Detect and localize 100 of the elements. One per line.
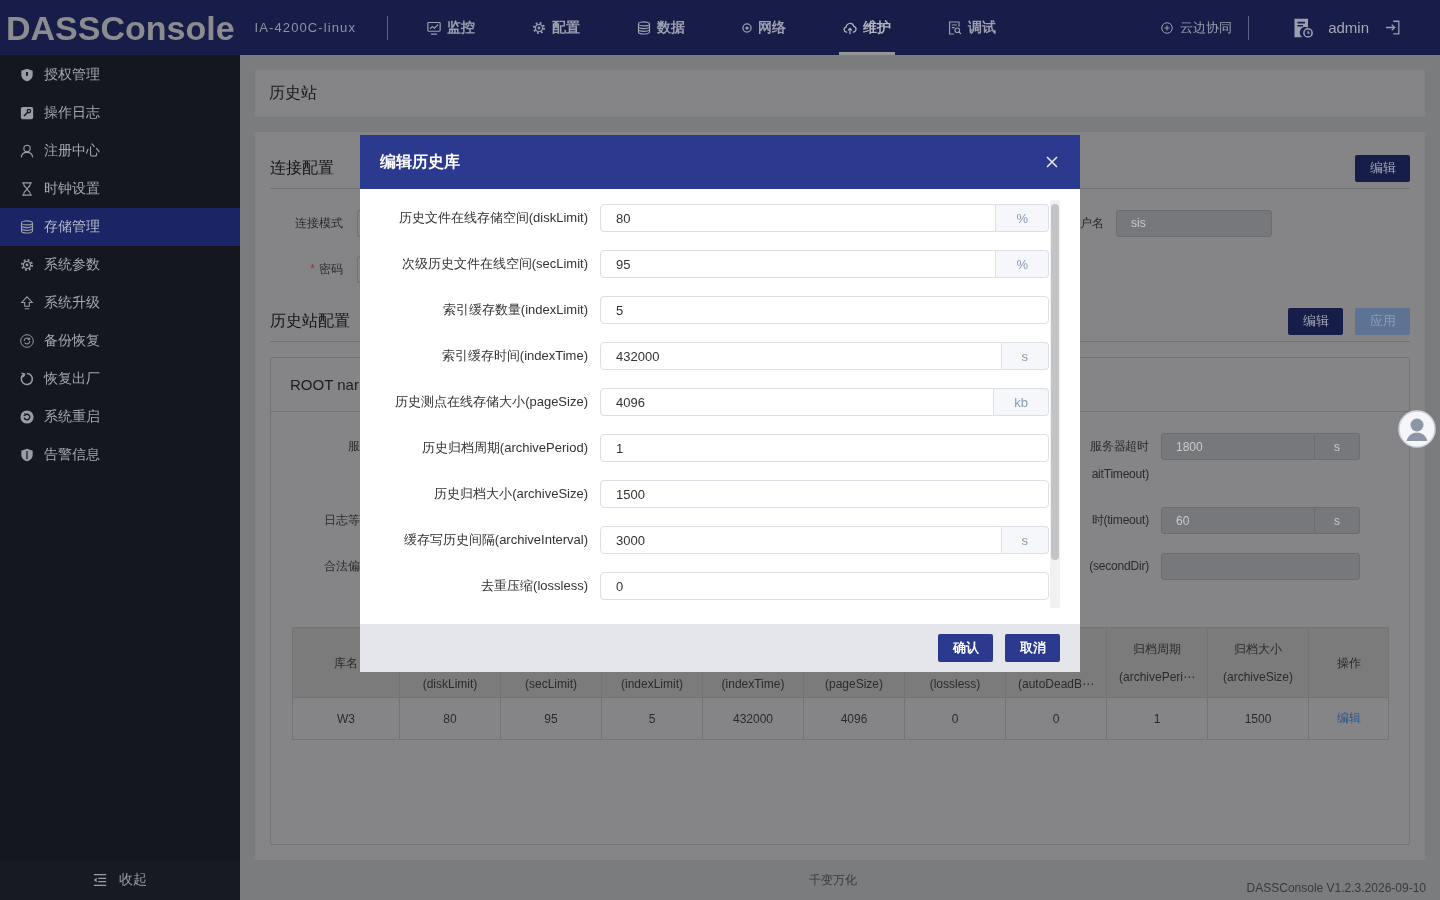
sidebar-item[interactable]: 告警信息	[0, 436, 240, 474]
gear-icon	[20, 258, 34, 272]
gear-icon	[532, 20, 546, 35]
nav-tab[interactable]: 调试	[944, 0, 1000, 55]
shield-icon	[20, 68, 34, 82]
restart-icon	[20, 410, 34, 424]
section-title: 连接配置	[270, 157, 334, 178]
table-cell: 0	[1005, 697, 1107, 740]
database-icon	[637, 20, 651, 35]
close-icon	[1046, 156, 1058, 168]
input-field[interactable]: 3000	[600, 526, 1002, 554]
input-field[interactable]: 4096	[600, 388, 995, 416]
profile-document-icon[interactable]	[1293, 17, 1314, 38]
sidebar-item[interactable]: 系统重启	[0, 398, 240, 436]
sidebar-item[interactable]: 注册中心	[0, 132, 240, 170]
footer-slogan: 千变万化	[809, 871, 857, 889]
dialog-button[interactable]: 取消	[1005, 634, 1060, 662]
sidebar-item[interactable]: 备份恢复	[0, 322, 240, 360]
field-label: 连接模式	[295, 214, 343, 232]
column-header: 归档周期 (archivePeri⋯	[1119, 640, 1195, 686]
field-label: 历史归档周期(archivePeriod)	[421, 439, 588, 457]
column-header: (secLimit)	[525, 676, 577, 692]
shield-icon	[20, 448, 34, 462]
input-field[interactable]	[357, 255, 360, 283]
column-header: (lossless)	[929, 676, 981, 692]
input-field[interactable]: 95	[600, 250, 997, 278]
cloud-sync-link[interactable]: 云边协同	[1161, 18, 1233, 37]
input-field[interactable]: 0	[600, 572, 1049, 600]
dialog-title: 编辑历史库	[380, 151, 460, 172]
input-field[interactable]	[357, 209, 360, 237]
sidebar-item[interactable]: 恢复出厂	[0, 360, 240, 398]
field-label: 时(timeout)	[1091, 512, 1149, 529]
table-cell: 1	[1106, 697, 1208, 740]
sidebar-item[interactable]: 存储管理	[0, 208, 240, 246]
monitor-chart-icon	[427, 20, 441, 35]
table-cell: 4096	[803, 697, 905, 740]
sync-icon	[20, 334, 34, 348]
column-header: 库名	[334, 654, 358, 672]
cloud-upload-icon	[843, 20, 857, 35]
field-label: 缓存写历史间隔(archiveInterval)	[403, 531, 588, 549]
column-header: 归档大小 (archiveSize)	[1223, 640, 1293, 686]
unit-label: %	[996, 250, 1049, 278]
unit-label: s	[1315, 507, 1360, 534]
sidebar-item[interactable]: 时钟设置	[0, 170, 240, 208]
input-field[interactable]: 5	[600, 296, 1049, 324]
hourglass-icon	[20, 182, 34, 196]
field-label: 日志等	[324, 512, 360, 529]
logo: DASSConsole	[6, 7, 235, 48]
column-header: (indexLimit)	[621, 676, 683, 692]
table-cell: 1500	[1207, 697, 1309, 740]
field-label: 户名	[1080, 214, 1104, 232]
sidebar-item[interactable]: 系统升级	[0, 284, 240, 322]
user-icon	[20, 144, 34, 158]
device-name: IA-4200C-linux	[254, 20, 356, 35]
field-label: 索引缓存时间(indexTime)	[441, 347, 588, 365]
field-label: 历史归档大小(archiveSize)	[434, 485, 588, 503]
logout-icon[interactable]	[1385, 20, 1400, 35]
field-label: 次级历史文件在线空间(secLimit)	[401, 255, 588, 273]
wrench-icon	[20, 106, 34, 120]
column-header: 操作	[1336, 654, 1361, 672]
table-cell: 0	[904, 697, 1006, 740]
unit-label: s	[1001, 526, 1049, 554]
required-mark: *	[310, 262, 315, 276]
input-field[interactable]: 1	[600, 434, 1049, 462]
sidebar-item[interactable]: 授权管理	[0, 56, 240, 94]
username: admin	[1328, 19, 1369, 36]
nav-tab[interactable]: 配置	[528, 0, 584, 55]
nav-tab[interactable]: 数据	[633, 0, 689, 55]
table-cell: 432000	[702, 697, 804, 740]
edit-button[interactable]: 编辑	[1355, 154, 1410, 182]
unit-label: s	[1315, 433, 1360, 460]
dialog-button[interactable]: 确认	[938, 634, 993, 662]
avatar-icon[interactable]	[1398, 410, 1436, 448]
field-label: 服务器超时 aitTimeout)	[1090, 438, 1149, 483]
page-title: 历史站	[269, 83, 317, 103]
unit-label: %	[996, 204, 1049, 232]
database-icon	[20, 220, 34, 234]
input-field[interactable]: 432000	[600, 342, 1002, 370]
table-cell: 5	[601, 697, 703, 740]
input-field[interactable]: 80	[600, 204, 997, 232]
sidebar-item[interactable]: 系统参数	[0, 246, 240, 284]
table-cell: 95	[500, 697, 602, 740]
collapse-button[interactable]: 收起	[0, 860, 240, 900]
menu-fold-icon	[93, 873, 107, 887]
scrollbar-thumb[interactable]	[1051, 204, 1059, 560]
nav-tab[interactable]: 网络	[738, 0, 790, 55]
input-field[interactable]: 1500	[600, 480, 1049, 508]
field-label: 索引缓存数量(indexLimit)	[442, 301, 588, 319]
column-header: (indexTime)	[721, 676, 785, 692]
action-button[interactable]: 编辑	[1288, 307, 1343, 335]
nav-tab[interactable]: 监控	[423, 0, 479, 55]
document-search-icon	[948, 20, 962, 35]
upload-arrow-icon	[20, 296, 34, 310]
close-button[interactable]	[1046, 156, 1058, 168]
card-title: ROOT nar	[290, 376, 359, 393]
sidebar-item[interactable]: 操作日志	[0, 94, 240, 132]
field-label: (secondDir)	[1089, 558, 1149, 575]
rotate-icon	[20, 372, 34, 386]
column-header: (diskLimit)	[422, 676, 478, 692]
table-cell: W3	[292, 697, 400, 740]
